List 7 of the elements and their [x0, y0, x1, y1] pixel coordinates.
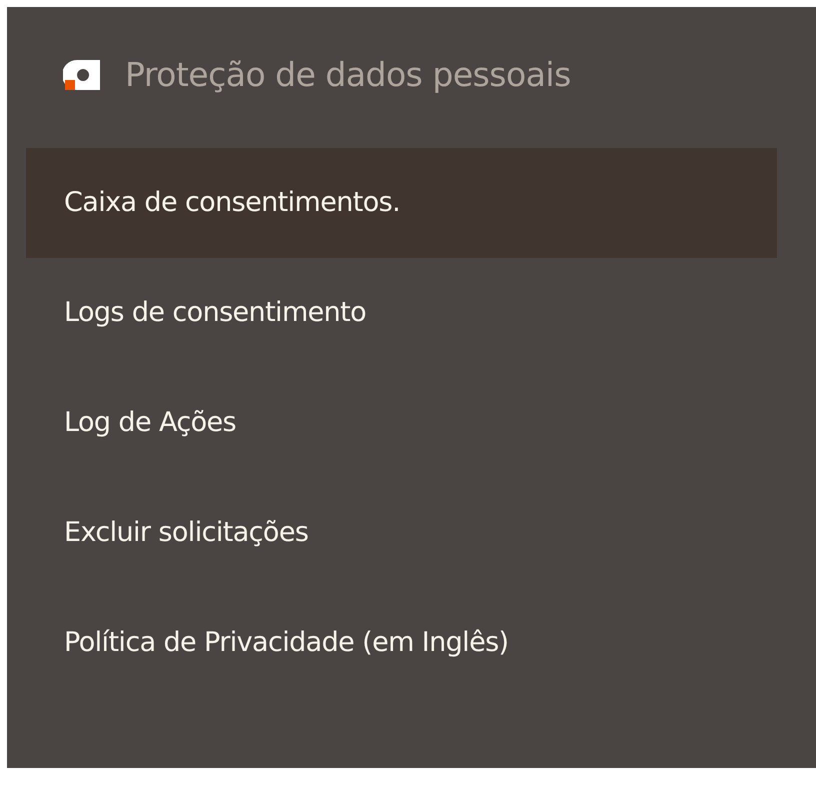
- menu-title: Proteção de dados pessoais: [125, 54, 571, 96]
- menu-item[interactable]: Logs de consentimento: [26, 258, 777, 368]
- menu-item[interactable]: Caixa de consentimentos.: [26, 148, 777, 258]
- logo-icon: [63, 58, 103, 92]
- menu-item[interactable]: Log de Ações: [26, 368, 777, 478]
- menu-item[interactable]: Política de Privacidade (em Inglês): [26, 588, 777, 698]
- menu-item[interactable]: Excluir solicitações: [26, 478, 777, 588]
